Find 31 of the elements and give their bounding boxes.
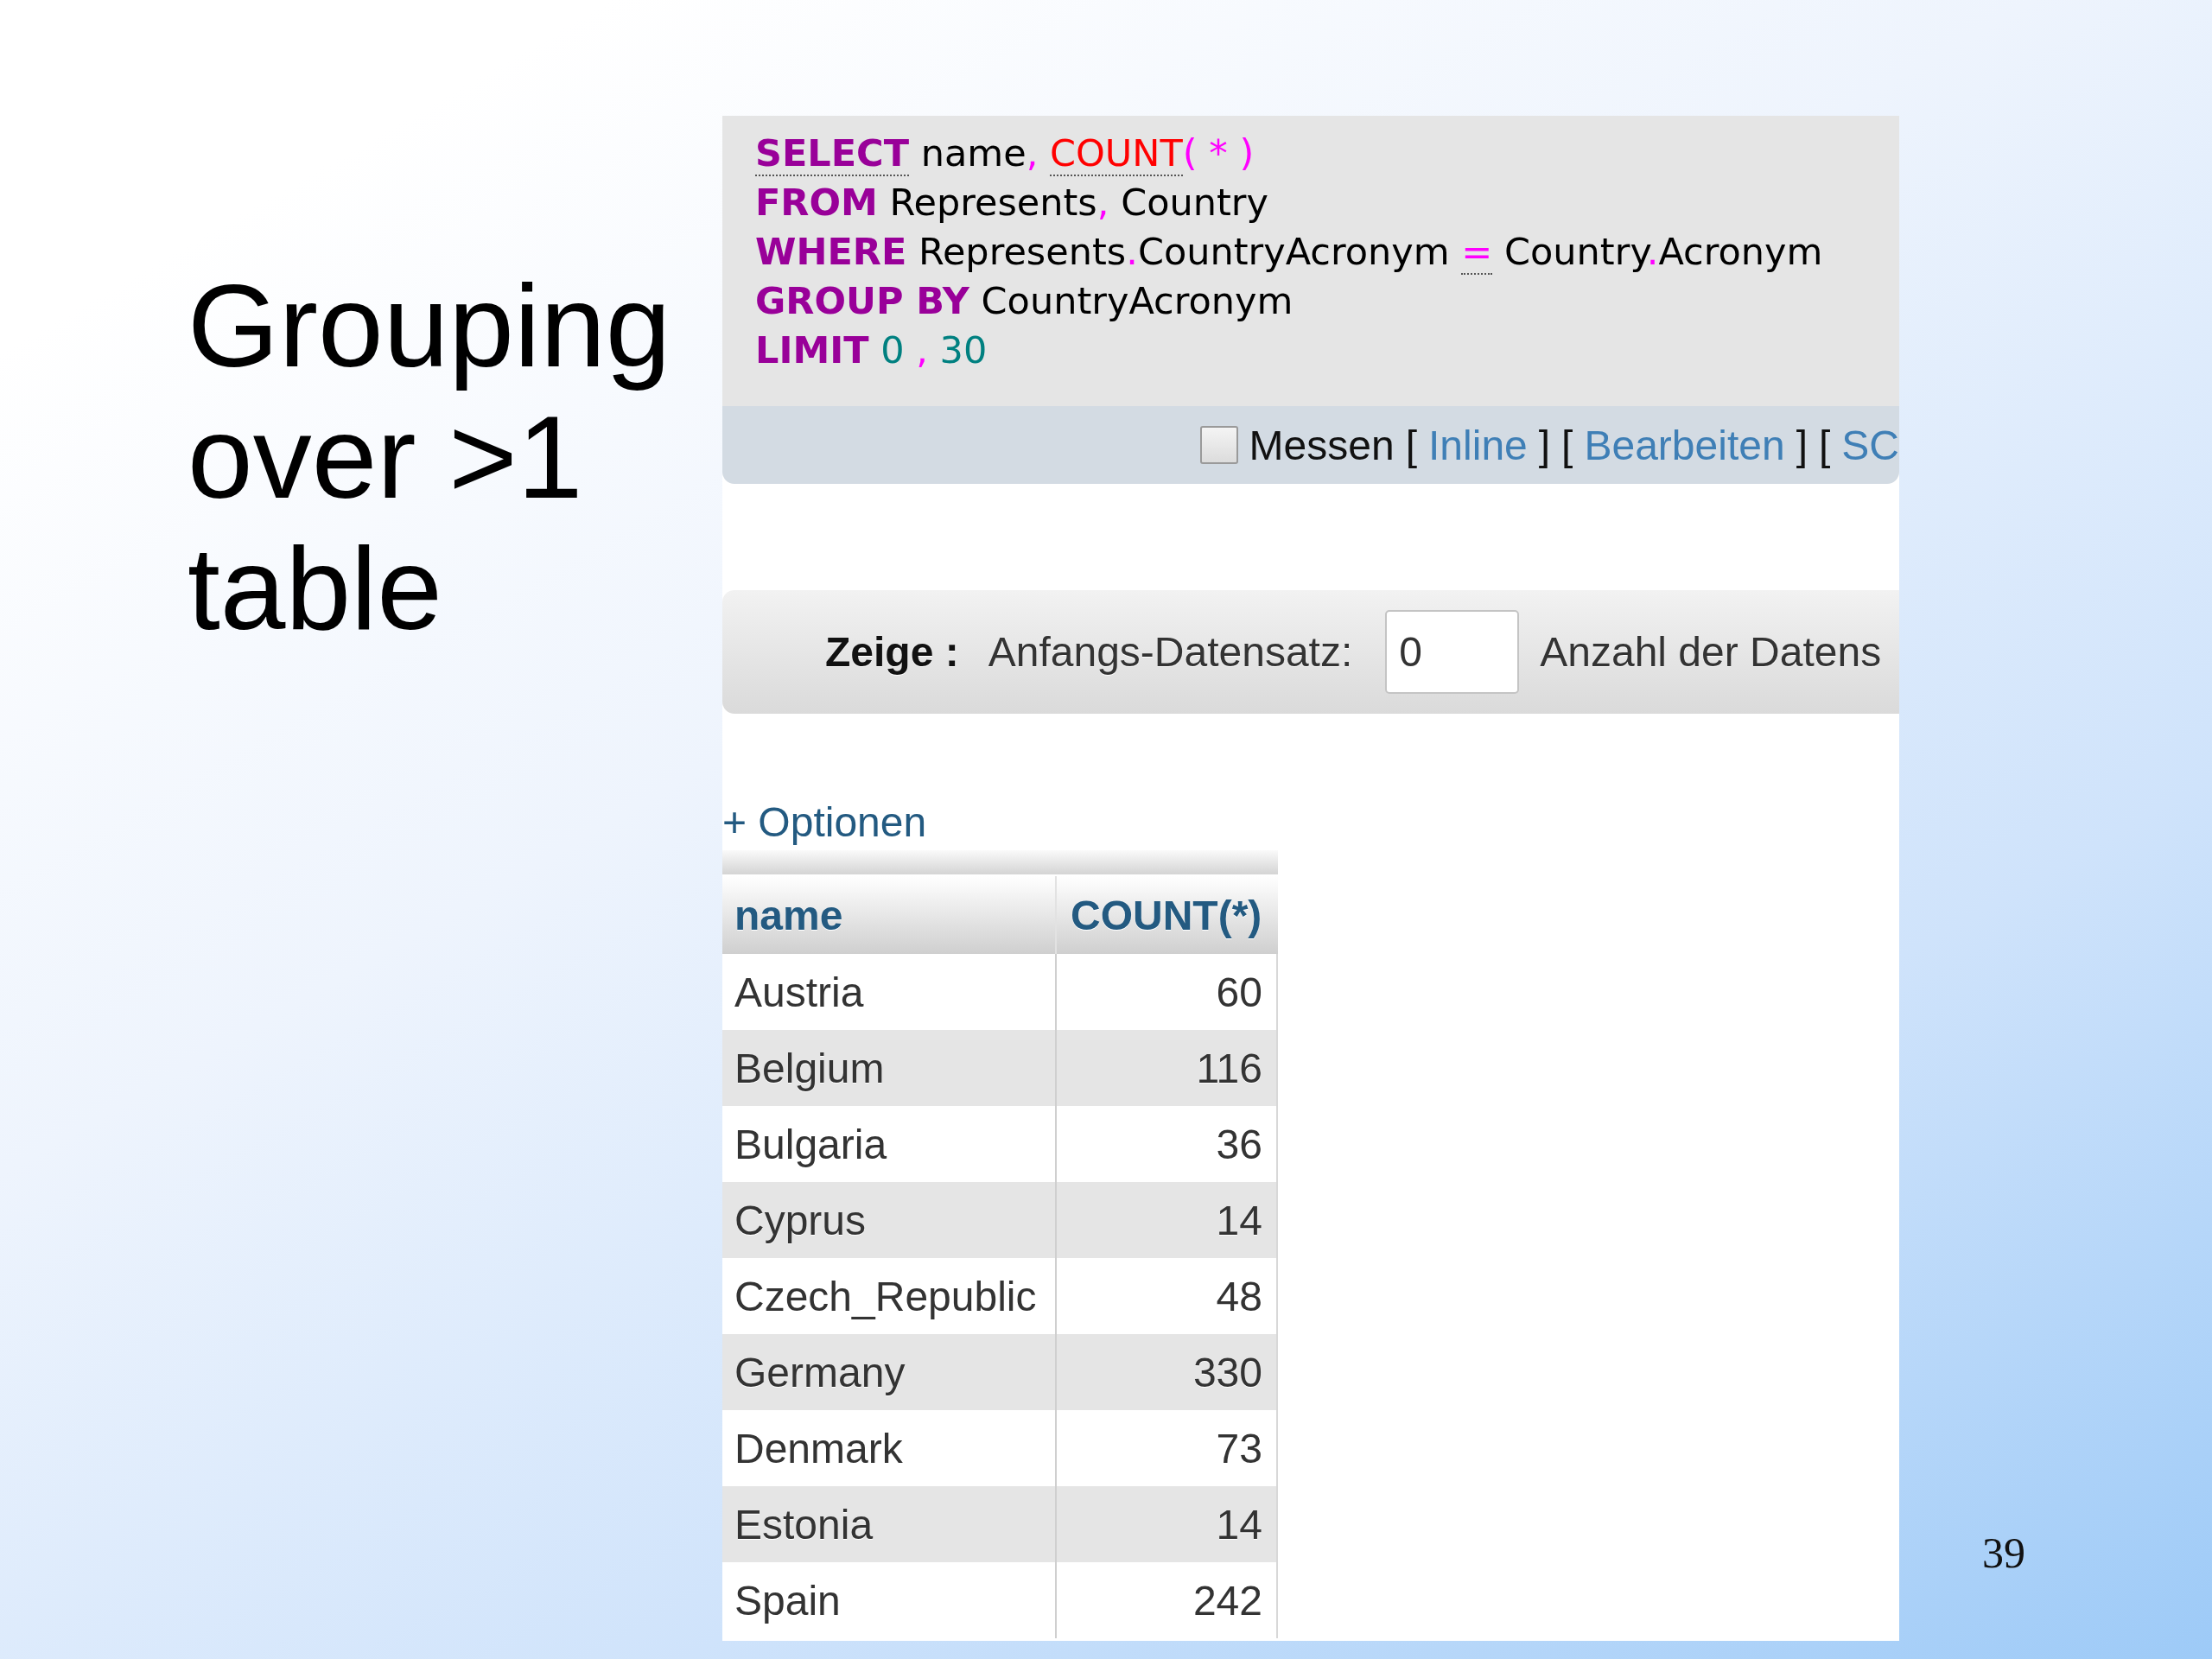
sql-line: WHERE Represents.CountryAcronym = Country.Acronym — [755, 229, 1823, 276]
sql-line: FROM Represents, Country — [755, 180, 1268, 226]
toolbar-link[interactable]: Bearbeiten — [1584, 421, 1785, 469]
table-cell: 14 — [1057, 1182, 1278, 1258]
slide-number: 39 — [1982, 1529, 2025, 1577]
bracket-text: [ — [1405, 421, 1417, 469]
slide-title: Grouping over >1 table — [188, 260, 672, 654]
table-cell: Germany — [722, 1334, 1057, 1410]
table-cell: 116 — [1057, 1030, 1278, 1106]
options-link[interactable]: + Optionen — [722, 797, 927, 849]
start-record-label: Anfangs-Datensatz: — [988, 628, 1353, 676]
sql-line: GROUP BY CountryAcronym — [755, 278, 1294, 324]
table-cell: 14 — [1057, 1486, 1278, 1562]
measure-label: Messen — [1249, 421, 1395, 469]
bracket-text: ] — [1538, 421, 1551, 469]
record-count-label: Anzahl der Datens — [1540, 628, 1882, 676]
sql-line: SELECT name, COUNT( * ) — [755, 130, 1255, 178]
measure-checkbox[interactable] — [1199, 426, 1238, 464]
table-cell: Estonia — [722, 1486, 1057, 1562]
table-cell: 330 — [1057, 1334, 1278, 1410]
start-record-input[interactable]: 0 — [1385, 610, 1520, 694]
show-label: Zeige : — [825, 628, 959, 676]
sql-line: LIMIT 0 , 30 — [755, 327, 988, 373]
table-cell: Belgium — [722, 1030, 1057, 1106]
bracket-text: [ — [1561, 421, 1573, 469]
bracket-text: ] — [1796, 421, 1808, 469]
column-header[interactable]: name — [722, 876, 1057, 954]
bracket-text: [ — [1818, 421, 1831, 469]
table-cell: Cyprus — [722, 1182, 1057, 1258]
toolbar-link[interactable]: Inline — [1428, 421, 1528, 469]
toolbar-link[interactable]: SC — [1841, 421, 1899, 469]
